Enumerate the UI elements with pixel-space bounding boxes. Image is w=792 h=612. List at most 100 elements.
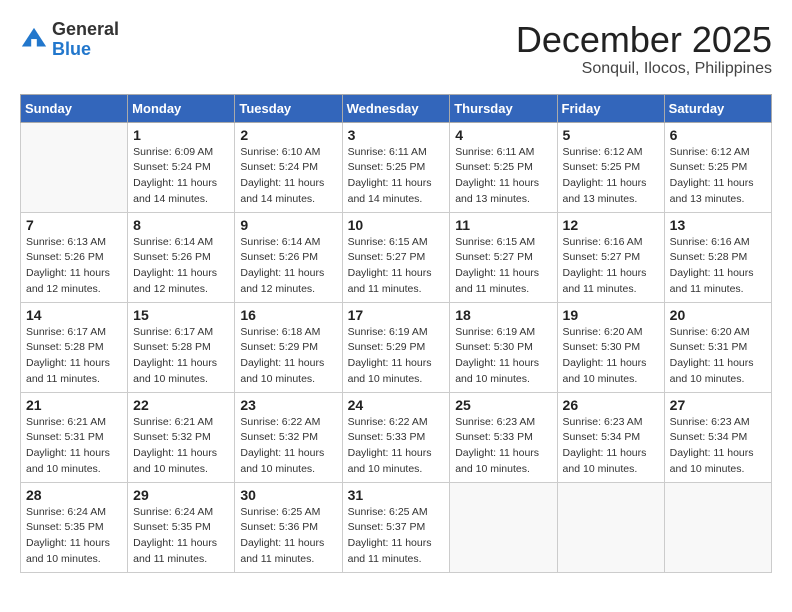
day-detail: Sunrise: 6:23 AMSunset: 5:34 PMDaylight:… [563, 415, 659, 478]
day-number: 20 [670, 307, 766, 323]
day-number: 13 [670, 217, 766, 233]
weekday-header-friday: Friday [557, 94, 664, 122]
calendar-cell: 21 Sunrise: 6:21 AMSunset: 5:31 PMDayligh… [21, 392, 128, 482]
day-detail: Sunrise: 6:19 AMSunset: 5:29 PMDaylight:… [348, 325, 445, 388]
day-number: 29 [133, 487, 229, 503]
day-number: 30 [240, 487, 336, 503]
calendar-cell: 4 Sunrise: 6:11 AMSunset: 5:25 PMDaylight… [450, 122, 557, 212]
day-detail: Sunrise: 6:14 AMSunset: 5:26 PMDaylight:… [240, 235, 336, 298]
day-detail: Sunrise: 6:20 AMSunset: 5:31 PMDaylight:… [670, 325, 766, 388]
day-detail: Sunrise: 6:23 AMSunset: 5:33 PMDaylight:… [455, 415, 551, 478]
calendar-cell: 30Sunrise: 6:25 AMSunset: 5:36 PMDayligh… [235, 482, 342, 572]
weekday-header-monday: Monday [128, 94, 235, 122]
day-number: 12 [563, 217, 659, 233]
day-detail: Sunrise: 6:16 AMSunset: 5:27 PMDaylight:… [563, 235, 659, 298]
day-detail: Sunrise: 6:12 AMSunset: 5:25 PMDaylight:… [563, 145, 659, 208]
calendar-cell: 26 Sunrise: 6:23 AMSunset: 5:34 PMDayligh… [557, 392, 664, 482]
day-detail: Sunrise: 6:24 AMSunset: 5:35 PMDaylight:… [26, 505, 122, 568]
day-number: 25 [455, 397, 551, 413]
day-number: 14 [26, 307, 122, 323]
day-detail: Sunrise: 6:23 AMSunset: 5:34 PMDaylight:… [670, 415, 766, 478]
weekday-header-row: SundayMondayTuesdayWednesdayThursdayFrid… [21, 94, 772, 122]
day-number: 21 [26, 397, 122, 413]
day-number: 10 [348, 217, 445, 233]
calendar-cell: 1Sunrise: 6:09 AMSunset: 5:24 PMDaylight… [128, 122, 235, 212]
calendar-cell: 24 Sunrise: 6:22 AMSunset: 5:33 PMDayligh… [342, 392, 450, 482]
calendar-cell: 31 Sunrise: 6:25 AMSunset: 5:37 PMDayligh… [342, 482, 450, 572]
day-detail: Sunrise: 6:20 AMSunset: 5:30 PMDaylight:… [563, 325, 659, 388]
calendar-cell: 16 Sunrise: 6:18 AMSunset: 5:29 PMDayligh… [235, 302, 342, 392]
calendar-cell: 20 Sunrise: 6:20 AMSunset: 5:31 PMDayligh… [664, 302, 771, 392]
calendar-week-row: 28 Sunrise: 6:24 AMSunset: 5:35 PMDayligh… [21, 482, 772, 572]
day-number: 27 [670, 397, 766, 413]
day-number: 5 [563, 127, 659, 143]
calendar-cell: 11 Sunrise: 6:15 AMSunset: 5:27 PMDayligh… [450, 212, 557, 302]
calendar-cell: 22 Sunrise: 6:21 AMSunset: 5:32 PMDayligh… [128, 392, 235, 482]
day-detail: Sunrise: 6:11 AMSunset: 5:25 PMDaylight:… [455, 145, 551, 208]
day-number: 19 [563, 307, 659, 323]
location-title: Sonquil, Ilocos, Philippines [516, 60, 772, 78]
day-number: 31 [348, 487, 445, 503]
day-detail: Sunrise: 6:14 AMSunset: 5:26 PMDaylight:… [133, 235, 229, 298]
day-number: 18 [455, 307, 551, 323]
calendar-cell [664, 482, 771, 572]
calendar-week-row: 21 Sunrise: 6:21 AMSunset: 5:31 PMDayligh… [21, 392, 772, 482]
header: General Blue December 2025 Sonquil, Iloc… [20, 20, 772, 78]
day-detail: Sunrise: 6:17 AMSunset: 5:28 PMDaylight:… [133, 325, 229, 388]
calendar-cell: 15 Sunrise: 6:17 AMSunset: 5:28 PMDayligh… [128, 302, 235, 392]
weekday-header-tuesday: Tuesday [235, 94, 342, 122]
day-detail: Sunrise: 6:25 AMSunset: 5:37 PMDaylight:… [348, 505, 445, 568]
day-detail: Sunrise: 6:11 AMSunset: 5:25 PMDaylight:… [348, 145, 445, 208]
month-title: December 2025 [516, 20, 772, 60]
calendar-cell: 3 Sunrise: 6:11 AMSunset: 5:25 PMDaylight… [342, 122, 450, 212]
calendar-cell: 18 Sunrise: 6:19 AMSunset: 5:30 PMDayligh… [450, 302, 557, 392]
logo-blue: Blue [52, 40, 119, 60]
day-number: 23 [240, 397, 336, 413]
calendar-cell: 19 Sunrise: 6:20 AMSunset: 5:30 PMDayligh… [557, 302, 664, 392]
logo-general: General [52, 20, 119, 40]
calendar-cell: 17 Sunrise: 6:19 AMSunset: 5:29 PMDayligh… [342, 302, 450, 392]
calendar-cell: 23 Sunrise: 6:22 AMSunset: 5:32 PMDayligh… [235, 392, 342, 482]
day-detail: Sunrise: 6:21 AMSunset: 5:31 PMDaylight:… [26, 415, 122, 478]
day-number: 11 [455, 217, 551, 233]
day-detail: Sunrise: 6:10 AMSunset: 5:24 PMDaylight:… [240, 145, 336, 208]
calendar-cell [557, 482, 664, 572]
day-number: 7 [26, 217, 122, 233]
day-number: 26 [563, 397, 659, 413]
calendar-cell: 29 Sunrise: 6:24 AMSunset: 5:35 PMDayligh… [128, 482, 235, 572]
day-detail: Sunrise: 6:21 AMSunset: 5:32 PMDaylight:… [133, 415, 229, 478]
day-number: 4 [455, 127, 551, 143]
day-number: 2 [240, 127, 336, 143]
day-detail: Sunrise: 6:15 AMSunset: 5:27 PMDaylight:… [455, 235, 551, 298]
day-number: 24 [348, 397, 445, 413]
day-detail: Sunrise: 6:18 AMSunset: 5:29 PMDaylight:… [240, 325, 336, 388]
day-number: 15 [133, 307, 229, 323]
calendar-week-row: 1Sunrise: 6:09 AMSunset: 5:24 PMDaylight… [21, 122, 772, 212]
day-number: 8 [133, 217, 229, 233]
day-number: 16 [240, 307, 336, 323]
calendar-cell: 5 Sunrise: 6:12 AMSunset: 5:25 PMDaylight… [557, 122, 664, 212]
title-area: December 2025 Sonquil, Ilocos, Philippin… [516, 20, 772, 78]
calendar-cell: 14Sunrise: 6:17 AMSunset: 5:28 PMDayligh… [21, 302, 128, 392]
day-detail: Sunrise: 6:19 AMSunset: 5:30 PMDaylight:… [455, 325, 551, 388]
calendar-cell: 2 Sunrise: 6:10 AMSunset: 5:24 PMDaylight… [235, 122, 342, 212]
weekday-header-saturday: Saturday [664, 94, 771, 122]
calendar-cell: 25 Sunrise: 6:23 AMSunset: 5:33 PMDayligh… [450, 392, 557, 482]
calendar-cell: 13Sunrise: 6:16 AMSunset: 5:28 PMDayligh… [664, 212, 771, 302]
calendar-cell: 7Sunrise: 6:13 AMSunset: 5:26 PMDaylight… [21, 212, 128, 302]
day-detail: Sunrise: 6:22 AMSunset: 5:33 PMDaylight:… [348, 415, 445, 478]
calendar-cell: 27 Sunrise: 6:23 AMSunset: 5:34 PMDayligh… [664, 392, 771, 482]
day-number: 3 [348, 127, 445, 143]
day-number: 22 [133, 397, 229, 413]
day-detail: Sunrise: 6:12 AMSunset: 5:25 PMDaylight:… [670, 145, 766, 208]
day-number: 17 [348, 307, 445, 323]
day-number: 28 [26, 487, 122, 503]
day-detail: Sunrise: 6:09 AMSunset: 5:24 PMDaylight:… [133, 145, 229, 208]
calendar-week-row: 7Sunrise: 6:13 AMSunset: 5:26 PMDaylight… [21, 212, 772, 302]
day-detail: Sunrise: 6:22 AMSunset: 5:32 PMDaylight:… [240, 415, 336, 478]
day-detail: Sunrise: 6:24 AMSunset: 5:35 PMDaylight:… [133, 505, 229, 568]
calendar-cell: 9Sunrise: 6:14 AMSunset: 5:26 PMDaylight… [235, 212, 342, 302]
calendar-table: SundayMondayTuesdayWednesdayThursdayFrid… [20, 94, 772, 573]
calendar-cell: 28 Sunrise: 6:24 AMSunset: 5:35 PMDayligh… [21, 482, 128, 572]
calendar-cell [450, 482, 557, 572]
